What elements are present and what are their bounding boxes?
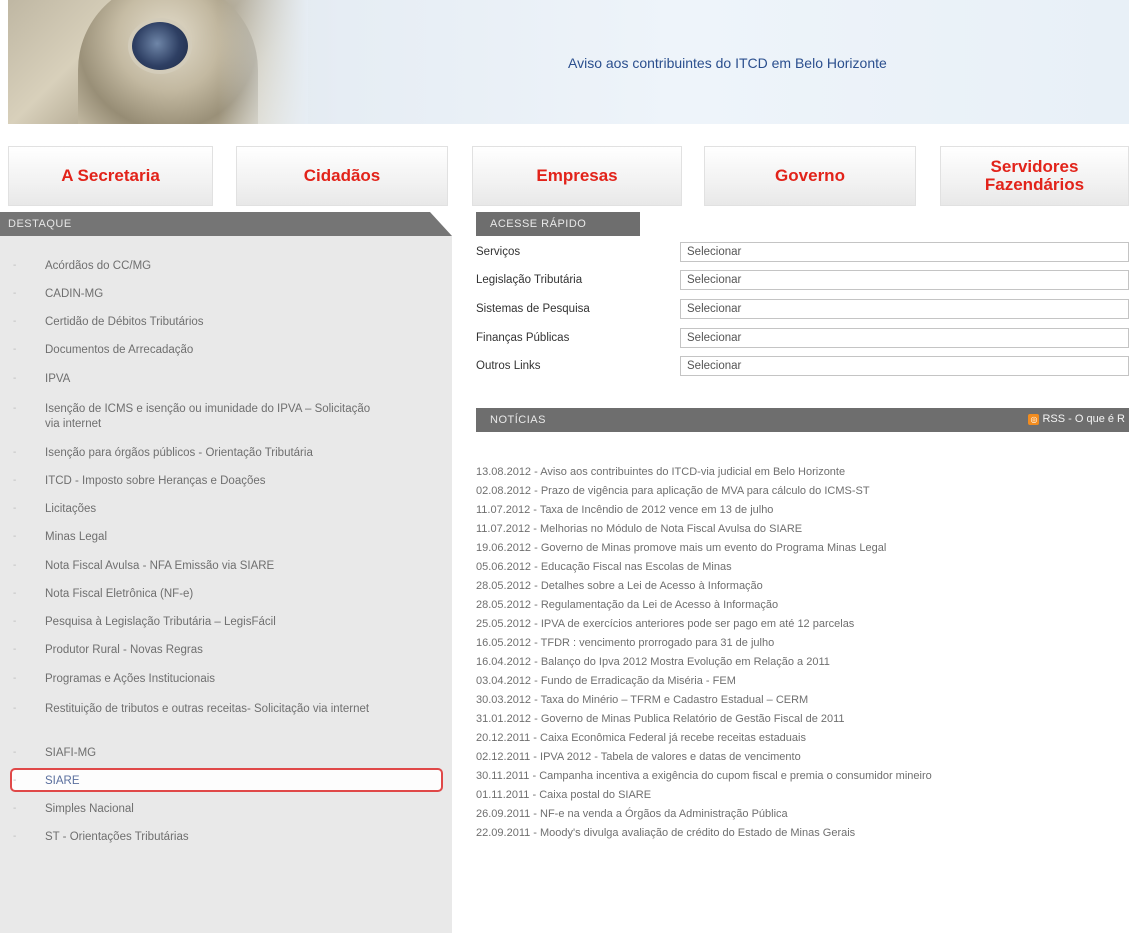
news-item[interactable]: 22.09.2011 - Moody's divulga avaliação d… xyxy=(476,827,855,839)
bullet-icon: - xyxy=(13,803,17,814)
list-item[interactable]: - Produtor Rural - Novas Regras xyxy=(0,643,452,658)
emblem-icon xyxy=(128,18,192,74)
list-item[interactable]: - Isenção para órgãos públicos - Orientaç… xyxy=(0,446,452,461)
bullet-icon: - xyxy=(13,316,17,327)
list-item[interactable]: - SIAFI-MG xyxy=(0,746,452,761)
nav-empresas[interactable]: Empresas xyxy=(472,146,682,206)
news-item[interactable]: 31.01.2012 - Governo de Minas Publica Re… xyxy=(476,713,845,725)
quick-access-row: Sistemas de Pesquisa Selecionar xyxy=(476,299,1129,321)
bullet-icon: - xyxy=(13,703,17,714)
destaque-title: DESTAQUE xyxy=(8,218,72,230)
news-item[interactable]: 02.08.2012 - Prazo de vigência para apli… xyxy=(476,485,870,497)
header-banner: Aviso aos contribuintes do ITCD em Belo … xyxy=(8,0,1129,124)
financas-publicas-select[interactable]: Selecionar xyxy=(680,328,1129,348)
servicos-select[interactable]: Selecionar xyxy=(680,242,1129,262)
nav-servidores-fazendarios[interactable]: Servidores Fazendários xyxy=(940,146,1129,206)
news-item[interactable]: 19.06.2012 - Governo de Minas promove ma… xyxy=(476,542,886,554)
news-item[interactable]: 26.09.2011 - NF-e na venda a Órgãos da A… xyxy=(476,808,788,820)
acesse-rapido-header: ACESSE RÁPIDO xyxy=(476,212,640,236)
bullet-icon: - xyxy=(13,616,17,627)
nav-governo[interactable]: Governo xyxy=(704,146,916,206)
banner-image xyxy=(8,0,308,124)
bullet-icon: - xyxy=(13,447,17,458)
list-item[interactable]: - Acórdãos do CC/MG xyxy=(0,259,452,274)
bullet-icon: - xyxy=(13,588,17,599)
news-item[interactable]: 16.04.2012 - Balanço do Ipva 2012 Mostra… xyxy=(476,656,830,668)
news-item[interactable]: 02.12.2011 - IPVA 2012 - Tabela de valor… xyxy=(476,751,801,763)
bullet-icon: - xyxy=(13,775,17,786)
bullet-icon: - xyxy=(13,373,17,384)
news-item[interactable]: 05.06.2012 - Educação Fiscal nas Escolas… xyxy=(476,561,732,573)
list-item[interactable]: - ITCD - Imposto sobre Heranças e Doações xyxy=(0,474,452,489)
list-item[interactable]: - Pesquisa à Legislação Tributária – Legi… xyxy=(0,615,452,630)
bullet-icon: - xyxy=(13,644,17,655)
news-item[interactable]: 25.05.2012 - IPVA de exercícios anterior… xyxy=(476,618,854,630)
bullet-icon: - xyxy=(13,344,17,355)
bullet-icon: - xyxy=(13,503,17,514)
quick-access-label: Serviços xyxy=(476,246,521,258)
news-item[interactable]: 20.12.2011 - Caixa Econômica Federal já … xyxy=(476,732,806,744)
list-item[interactable]: - Isenção de ICMS e isenção ou imunidade … xyxy=(0,402,452,432)
quick-access-row: Serviços Selecionar xyxy=(476,242,1129,264)
list-item[interactable]: - Nota Fiscal Eletrônica (NF-e) xyxy=(0,587,452,602)
news-item[interactable]: 28.05.2012 - Regulamentação da Lei de Ac… xyxy=(476,599,778,611)
quick-access-row: Outros Links Selecionar xyxy=(476,356,1129,378)
banner-notice-link[interactable]: Aviso aos contribuintes do ITCD em Belo … xyxy=(568,55,887,71)
list-item[interactable]: - Minas Legal xyxy=(0,530,452,545)
list-item[interactable]: - Documentos de Arrecadação xyxy=(0,343,452,358)
bullet-icon: - xyxy=(13,531,17,542)
news-item[interactable]: 16.05.2012 - TFDR : vencimento prorrogad… xyxy=(476,637,774,649)
list-item-siare-highlighted[interactable]: - SIARE xyxy=(0,768,452,792)
quick-access-row: Finanças Públicas Selecionar xyxy=(476,328,1129,350)
list-item[interactable]: - Licitações xyxy=(0,502,452,517)
bullet-icon: - xyxy=(13,288,17,299)
list-item[interactable]: - Certidão de Débitos Tributários xyxy=(0,315,452,330)
noticias-header: NOTÍCIAS ◎ RSS - O que é R xyxy=(476,408,1129,432)
list-item[interactable]: - Nota Fiscal Avulsa - NFA Emissão via SI… xyxy=(0,559,452,574)
bullet-icon: - xyxy=(13,673,17,684)
bullet-icon: - xyxy=(13,403,17,414)
news-item[interactable]: 11.07.2012 - Taxa de Incêndio de 2012 ve… xyxy=(476,504,773,516)
quick-access-label: Sistemas de Pesquisa xyxy=(476,303,590,315)
quick-access-label: Legislação Tributária xyxy=(476,274,583,286)
bullet-icon: - xyxy=(13,260,17,271)
list-item[interactable]: - CADIN-MG xyxy=(0,287,452,302)
nav-cidadaos[interactable]: Cidadãos xyxy=(236,146,448,206)
list-item[interactable]: - IPVA xyxy=(0,372,452,387)
noticias-title: NOTÍCIAS xyxy=(490,414,546,426)
acesse-rapido-title: ACESSE RÁPIDO xyxy=(490,218,587,230)
news-item[interactable]: 13.08.2012 - Aviso aos contribuintes do … xyxy=(476,466,845,478)
quick-access-label: Finanças Públicas xyxy=(476,332,570,344)
news-item[interactable]: 03.04.2012 - Fundo de Erradicação da Mis… xyxy=(476,675,736,687)
bullet-icon: - xyxy=(13,747,17,758)
news-item[interactable]: 28.05.2012 - Detalhes sobre a Lei de Ace… xyxy=(476,580,763,592)
list-item[interactable]: - Programas e Ações Institucionais xyxy=(0,672,452,687)
nav-a-secretaria[interactable]: A Secretaria xyxy=(8,146,213,206)
rss-label: RSS - O que é R xyxy=(1042,413,1125,425)
bullet-icon: - xyxy=(13,560,17,571)
destaque-panel xyxy=(0,236,452,933)
news-item[interactable]: 30.03.2012 - Taxa do Minério – TFRM e Ca… xyxy=(476,694,808,706)
list-item[interactable]: - ST - Orientações Tributárias xyxy=(0,830,452,845)
rss-icon: ◎ xyxy=(1028,413,1040,425)
news-item[interactable]: 11.07.2012 - Melhorias no Módulo de Nota… xyxy=(476,523,802,535)
rss-link[interactable]: ◎ RSS - O que é R xyxy=(1028,413,1125,425)
bullet-icon: - xyxy=(13,831,17,842)
sistemas-de-pesquisa-select[interactable]: Selecionar xyxy=(680,299,1129,319)
quick-access-label: Outros Links xyxy=(476,360,541,372)
destaque-header: DESTAQUE xyxy=(0,212,452,236)
bullet-icon: - xyxy=(13,475,17,486)
news-item[interactable]: 01.11.2011 - Caixa postal do SIARE xyxy=(476,789,651,801)
list-item[interactable]: - Restituição de tributos e outras receit… xyxy=(0,702,452,717)
legislacao-tributaria-select[interactable]: Selecionar xyxy=(680,270,1129,290)
outros-links-select[interactable]: Selecionar xyxy=(680,356,1129,376)
list-item[interactable]: - Simples Nacional xyxy=(0,802,452,817)
quick-access-row: Legislação Tributária Selecionar xyxy=(476,270,1129,292)
news-item[interactable]: 30.11.2011 - Campanha incentiva a exigên… xyxy=(476,770,932,782)
